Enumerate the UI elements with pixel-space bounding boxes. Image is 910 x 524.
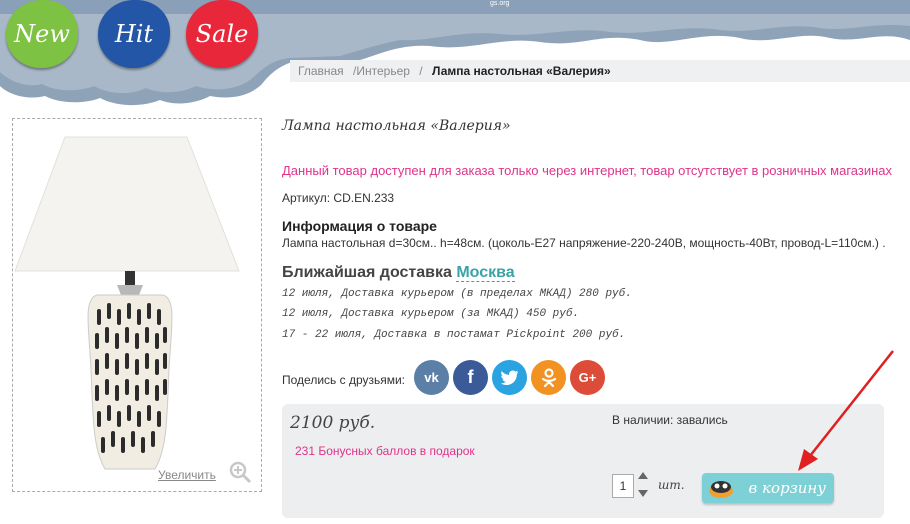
badge-sale[interactable]: Sale xyxy=(186,0,258,68)
stock-status: В наличии: завались xyxy=(612,413,728,427)
share-label: Поделись с друзьями: xyxy=(282,373,406,387)
badge-hit[interactable]: Hit xyxy=(98,0,170,68)
product-info-text: Лампа настольная d=30см.. h=48см. (цокол… xyxy=(282,236,886,250)
breadcrumb-category[interactable]: /Интерьер xyxy=(353,64,410,78)
add-to-cart-button[interactable]: в корзину xyxy=(702,473,834,503)
breadcrumb-current: Лампа настольная «Валерия» xyxy=(431,64,611,78)
google-plus-icon[interactable]: G+ xyxy=(570,360,605,395)
lamp-image xyxy=(14,136,240,470)
badge-new-label: New xyxy=(14,20,70,48)
product-title: Лампа настольная «Валерия» xyxy=(282,118,511,134)
online-only-notice: Данный товар доступен для заказа только … xyxy=(282,163,892,178)
vk-icon[interactable]: vk xyxy=(414,360,449,395)
cart-icon xyxy=(709,481,733,498)
product-image-frame[interactable] xyxy=(12,118,262,492)
twitter-icon[interactable] xyxy=(492,360,527,395)
add-to-cart-label: в корзину xyxy=(748,479,826,497)
quantity-down-icon[interactable] xyxy=(638,490,648,497)
zoom-plus-icon[interactable] xyxy=(228,460,252,484)
facebook-icon[interactable]: f xyxy=(453,360,488,395)
product-price: 2100 руб. xyxy=(290,413,376,433)
product-info-heading: Информация о товаре xyxy=(282,218,437,234)
breadcrumb: Главная /Интерьер / Лампа настольная «Ва… xyxy=(290,60,910,82)
delivery-option: 12 июля, Доставка курьером (в пределах М… xyxy=(282,288,632,300)
odnoklassniki-icon[interactable] xyxy=(531,360,566,395)
quantity-unit: шт. xyxy=(658,478,685,492)
quantity-up-icon[interactable] xyxy=(638,472,648,479)
badge-new[interactable]: New xyxy=(6,0,78,68)
delivery-option: 17 - 22 июля, Доставка в постамат Pickpo… xyxy=(282,329,626,341)
delivery-city-link[interactable]: Москва xyxy=(456,264,515,282)
breadcrumb-separator: / xyxy=(419,64,423,78)
zoom-link[interactable]: Увеличить xyxy=(158,468,216,482)
delivery-heading: Ближайшая доставка Москва xyxy=(282,264,515,282)
bonus-points: 231 Бонусных баллов в подарок xyxy=(295,444,475,458)
breadcrumb-home[interactable]: Главная xyxy=(298,64,344,78)
product-sku: Артикул: CD.EN.233 xyxy=(282,191,395,205)
badge-sale-label: Sale xyxy=(195,20,249,48)
quantity-input[interactable]: 1 xyxy=(612,474,634,498)
delivery-heading-label: Ближайшая доставка xyxy=(282,264,452,281)
delivery-option: 12 июля, Доставка курьером (за МКАД) 450… xyxy=(282,308,580,320)
badge-hit-label: Hit xyxy=(114,20,154,48)
annotation-arrow-icon xyxy=(798,350,894,471)
